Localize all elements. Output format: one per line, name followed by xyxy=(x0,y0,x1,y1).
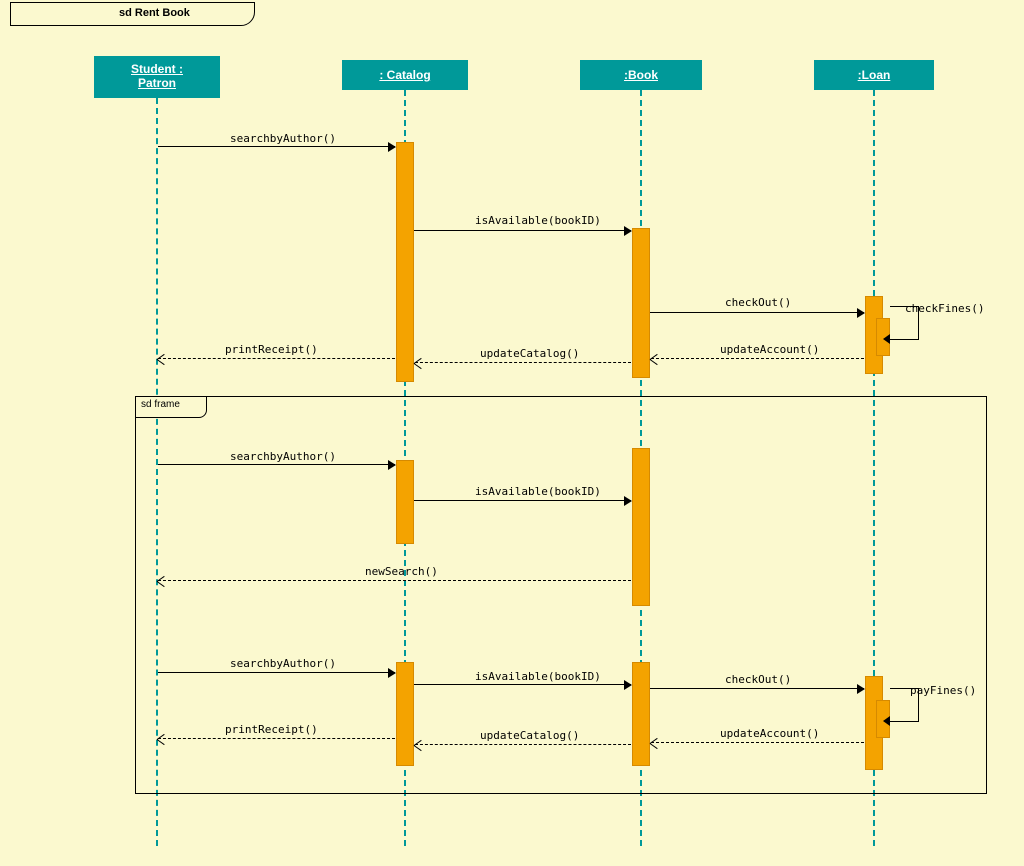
msg-arrow-m1 xyxy=(158,146,395,147)
msg-label-m7: printReceipt() xyxy=(225,343,318,356)
lifeline-loan-header: :Loan xyxy=(814,60,934,90)
msg-label-m16: updateCatalog() xyxy=(480,729,579,742)
frame-label-text: sd frame xyxy=(141,399,180,410)
msg-label-m8: searchbyAuthor() xyxy=(230,450,336,463)
msg-label-m5: updateAccount() xyxy=(720,343,819,356)
msg-label-m17: printReceipt() xyxy=(225,723,318,736)
msg-arrow-m5 xyxy=(651,358,864,359)
lifeline-book-label: :Book xyxy=(624,68,658,82)
activation-book-3 xyxy=(632,662,650,766)
msg-label-m13: checkOut() xyxy=(725,673,791,686)
msg-label-m2: isAvailable(bookID) xyxy=(475,214,601,227)
msg-label-m9: isAvailable(bookID) xyxy=(475,485,601,498)
msg-arrow-m17 xyxy=(158,738,395,739)
lifeline-loan-label: :Loan xyxy=(858,68,891,82)
activation-catalog-2 xyxy=(396,460,414,544)
msg-label-m3: checkOut() xyxy=(725,296,791,309)
lifeline-student-label: Student : Patron xyxy=(131,63,183,91)
msg-arrow-m15 xyxy=(651,742,864,743)
msg-arrow-m8 xyxy=(158,464,395,465)
msg-arrow-m16 xyxy=(415,744,631,745)
msg-label-m15: updateAccount() xyxy=(720,727,819,740)
sequence-diagram: sd Rent Book Student : Patron : Catalog … xyxy=(0,0,1024,866)
msg-label-m6: updateCatalog() xyxy=(480,347,579,360)
msg-arrow-m12 xyxy=(414,684,631,685)
msg-arrow-m9 xyxy=(414,500,631,501)
activation-book-2 xyxy=(632,448,650,606)
frame-label: sd frame xyxy=(135,396,207,418)
diagram-title-tab: sd Rent Book xyxy=(10,2,255,26)
msg-label-m14: payFines() xyxy=(910,684,976,697)
diagram-title-text: sd Rent Book xyxy=(119,7,190,19)
lifeline-book-header: :Book xyxy=(580,60,702,90)
msg-arrow-m2 xyxy=(414,230,631,231)
msg-arrow-m11 xyxy=(158,672,395,673)
msg-label-m12: isAvailable(bookID) xyxy=(475,670,601,683)
activation-catalog-3 xyxy=(396,662,414,766)
msg-label-m10: newSearch() xyxy=(365,565,438,578)
msg-arrow-m6 xyxy=(415,362,631,363)
msg-arrow-m10 xyxy=(158,580,631,581)
activation-book-1 xyxy=(632,228,650,378)
msg-label-m11: searchbyAuthor() xyxy=(230,657,336,670)
msg-label-m1: searchbyAuthor() xyxy=(230,132,336,145)
lifeline-student-header: Student : Patron xyxy=(94,56,220,98)
lifeline-catalog-label: : Catalog xyxy=(379,68,430,82)
msg-arrow-m7 xyxy=(158,358,395,359)
msg-arrow-m3 xyxy=(650,312,864,313)
lifeline-catalog-header: : Catalog xyxy=(342,60,468,90)
msg-label-m4: checkFines() xyxy=(905,302,984,315)
activation-catalog-1 xyxy=(396,142,414,382)
msg-arrow-m13 xyxy=(650,688,864,689)
